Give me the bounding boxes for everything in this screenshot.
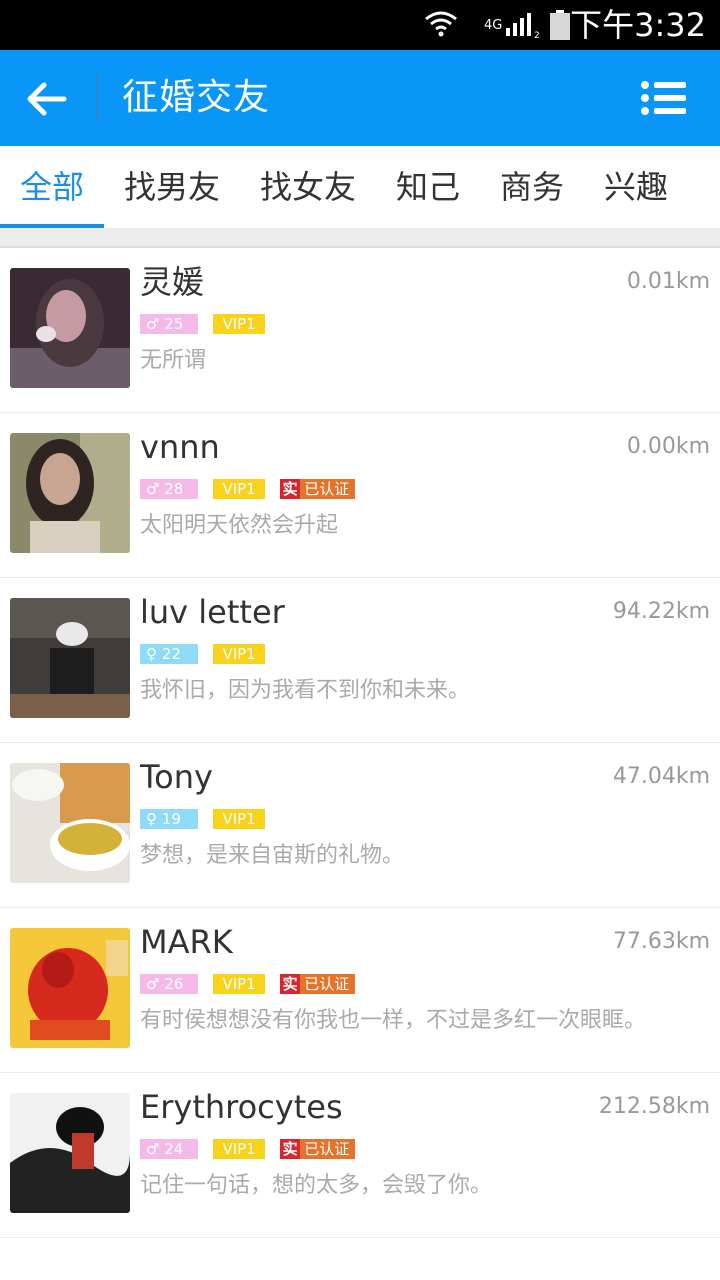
gender-icon: ♀ [146, 645, 157, 663]
wifi-icon [425, 11, 457, 37]
tab-find-boyfriend[interactable]: 找男友 [124, 166, 220, 208]
verified-label: 已认证 [304, 1140, 350, 1158]
list-item[interactable]: 灵媛 0.01km ♂ 25 VIP1 无所谓 [0, 248, 720, 413]
user-name: Tony [140, 758, 213, 796]
badge-row: ♀ 19 VIP1 [140, 809, 275, 829]
gender-age-badge: ♀ 19 [140, 809, 198, 829]
verified-mark: 实 [280, 1139, 301, 1159]
avatar [10, 1093, 130, 1213]
distance: 77.63km [612, 929, 710, 954]
gender-icon: ♂ [146, 480, 160, 498]
tab-interest[interactable]: 兴趣 [604, 166, 668, 208]
signature: 有时侯想想没有你我也一样，不过是多红一次眼眶。 [140, 1008, 647, 1033]
gender-age-badge: ♀ 22 [140, 644, 198, 664]
distance: 0.01km [626, 269, 710, 294]
signature: 记住一句话，想的太多，会毁了你。 [140, 1173, 493, 1198]
age: 25 [164, 315, 184, 333]
vip-badge: VIP1 [213, 809, 266, 829]
age: 24 [164, 1140, 184, 1158]
network-type: 4G [484, 18, 503, 33]
verified-mark: 实 [280, 479, 301, 499]
avatar [10, 433, 130, 553]
vip-badge: VIP1 [213, 314, 266, 334]
verified-badge: 实已认证 [280, 974, 356, 994]
app-bar: 征婚交友 [0, 50, 720, 146]
tab-business[interactable]: 商务 [500, 166, 564, 208]
user-name: 灵媛 [140, 263, 205, 301]
signature: 梦想，是来自宙斯的礼物。 [140, 843, 405, 868]
battery-icon [550, 10, 570, 40]
user-name: vnnn [140, 428, 220, 466]
list-item[interactable]: Tony 47.04km ♀ 19 VIP1 梦想，是来自宙斯的礼物。 [0, 743, 720, 908]
user-name: Erythrocytes [140, 1088, 343, 1126]
page-title: 征婚交友 [122, 77, 271, 118]
back-arrow-icon[interactable] [26, 80, 68, 118]
gender-icon: ♂ [146, 975, 160, 993]
user-list: 灵媛 0.01km ♂ 25 VIP1 无所谓 vnnn 0.00km ♂ 28… [0, 248, 720, 1238]
category-tabs: 全部 找男友 找女友 知己 商务 兴趣 [0, 146, 720, 228]
verified-label: 已认证 [304, 975, 350, 993]
age: 22 [161, 645, 181, 663]
age: 26 [164, 975, 184, 993]
list-item[interactable]: Erythrocytes 212.58km ♂ 24 VIP1 实已认证 记住一… [0, 1073, 720, 1238]
gender-age-badge: ♂ 25 [140, 314, 198, 334]
age: 19 [161, 810, 181, 828]
tab-all[interactable]: 全部 [20, 166, 84, 208]
verified-badge: 实已认证 [280, 1139, 356, 1159]
badge-row: ♂ 25 VIP1 [140, 314, 275, 334]
badge-row: ♂ 28 VIP1 实已认证 [140, 479, 365, 499]
signal-icon: 2 [506, 13, 540, 38]
avatar [10, 268, 130, 388]
verified-badge: 实已认证 [280, 479, 356, 499]
avatar [10, 598, 130, 718]
gender-icon: ♂ [146, 315, 160, 333]
verified-label: 已认证 [304, 480, 350, 498]
svg-text:2: 2 [534, 31, 540, 38]
distance: 0.00km [626, 434, 710, 459]
gender-age-badge: ♂ 24 [140, 1139, 198, 1159]
gender-age-badge: ♂ 28 [140, 479, 198, 499]
avatar [10, 928, 130, 1048]
verified-mark: 实 [280, 974, 301, 994]
user-name: luv letter [140, 593, 285, 631]
avatar [10, 763, 130, 883]
distance: 94.22km [612, 599, 710, 624]
vip-badge: VIP1 [213, 644, 266, 664]
app-bar-divider [96, 74, 98, 122]
badge-row: ♂ 24 VIP1 实已认证 [140, 1139, 365, 1159]
tab-find-girlfriend[interactable]: 找女友 [260, 166, 356, 208]
list-item[interactable]: MARK 77.63km ♂ 26 VIP1 实已认证 有时侯想想没有你我也一样… [0, 908, 720, 1073]
status-bar: 4G 2 下午3:32 [0, 0, 720, 50]
badge-row: ♀ 22 VIP1 [140, 644, 275, 664]
list-item[interactable]: vnnn 0.00km ♂ 28 VIP1 实已认证 太阳明天依然会升起 [0, 413, 720, 578]
user-name: MARK [140, 923, 233, 961]
badge-row: ♂ 26 VIP1 实已认证 [140, 974, 365, 994]
vip-badge: VIP1 [213, 974, 266, 994]
list-menu-icon[interactable] [640, 78, 688, 118]
signature: 我怀旧，因为我看不到你和未来。 [140, 678, 471, 703]
vip-badge: VIP1 [213, 479, 266, 499]
list-item[interactable]: luv letter 94.22km ♀ 22 VIP1 我怀旧，因为我看不到你… [0, 578, 720, 743]
tab-confidant[interactable]: 知己 [396, 166, 460, 208]
vip-badge: VIP1 [213, 1139, 266, 1159]
section-divider [0, 228, 720, 248]
gender-icon: ♂ [146, 1140, 160, 1158]
distance: 47.04km [612, 764, 710, 789]
age: 28 [164, 480, 184, 498]
gender-age-badge: ♂ 26 [140, 974, 198, 994]
clock: 下午3:32 [570, 6, 706, 44]
signature: 太阳明天依然会升起 [140, 513, 339, 538]
signature: 无所谓 [140, 348, 207, 373]
distance: 212.58km [598, 1094, 710, 1119]
gender-icon: ♀ [146, 810, 157, 828]
